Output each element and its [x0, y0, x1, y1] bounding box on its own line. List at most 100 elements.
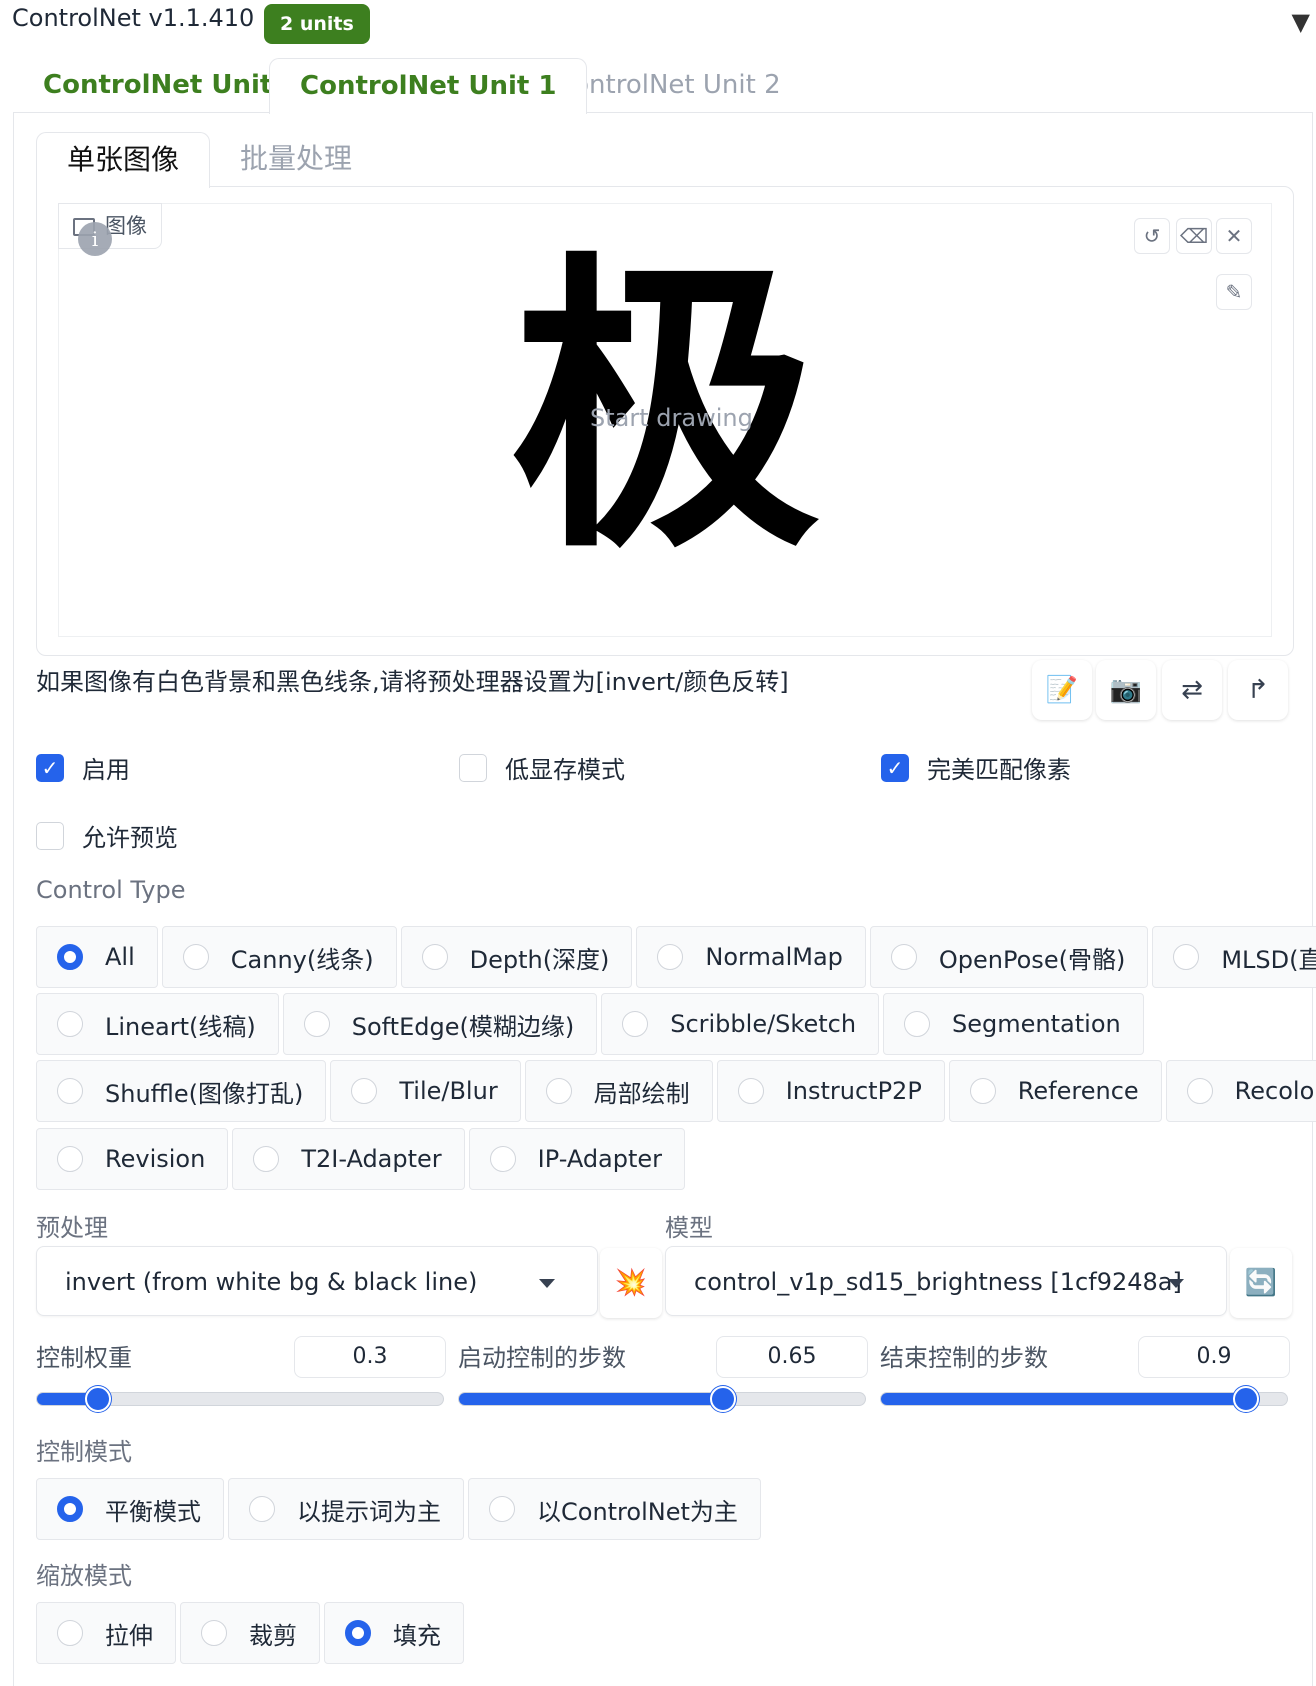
radio-unselected-icon	[421, 944, 448, 970]
control-type-softedge[interactable]: SoftEdge(模糊边缘)	[282, 993, 598, 1055]
refresh-models-icon[interactable]: 🔄	[1230, 1248, 1292, 1318]
pixel-perfect-checkbox[interactable]: ✓ 完美匹配像素	[881, 750, 1071, 785]
control-type-canny[interactable]: Canny(线条)	[161, 926, 397, 988]
eraser-icon[interactable]: ⌫	[1176, 218, 1212, 254]
run-preprocessor-icon[interactable]: 💥	[600, 1248, 662, 1318]
slider-thumb[interactable]	[84, 1386, 111, 1412]
control-type-recolor-label: Recolor	[1234, 1077, 1316, 1105]
preprocessor-dropdown[interactable]: invert (from white bg & black line)	[36, 1246, 598, 1316]
checkbox-checked-icon: ✓	[881, 753, 909, 782]
invert-hint: 如果图像有白色背景和黑色线条,请将预处理器设置为[invert/颜色反转]	[36, 668, 789, 696]
checkbox-unchecked-icon	[36, 821, 64, 850]
tab-single-image[interactable]: 单张图像	[36, 132, 211, 188]
control-type-scribble-sketch[interactable]: Scribble/Sketch	[601, 993, 880, 1055]
allow-preview-label: 允许预览	[82, 824, 178, 852]
control-mode-option-1[interactable]: 以提示词为主	[228, 1478, 464, 1540]
close-icon[interactable]: ✕	[1216, 218, 1252, 254]
control-type-ip-adapter-label: IP-Adapter	[537, 1145, 663, 1173]
radio-unselected-icon	[351, 1078, 378, 1104]
slider-fill	[459, 1393, 723, 1405]
control-type-mlsd[interactable]: MLSD(直线)	[1152, 926, 1316, 988]
control-type-revision-label: Revision	[105, 1145, 206, 1173]
control-type-all-label: All	[105, 943, 135, 971]
radio-unselected-icon	[57, 1011, 83, 1037]
preprocessor-label: 预处理	[36, 1214, 108, 1242]
info-icon[interactable]: i	[78, 222, 112, 256]
control-mode-option-2[interactable]: 以ControlNet为主	[468, 1478, 761, 1540]
control-type-openpose[interactable]: OpenPose(骨骼)	[869, 926, 1149, 988]
radio-unselected-icon	[1186, 1078, 1213, 1104]
control-type-normalmap[interactable]: NormalMap	[636, 926, 866, 988]
slider-track[interactable]	[458, 1386, 866, 1412]
control-type-lineart-label: Lineart(线稿)	[105, 1012, 256, 1041]
resize-mode-option-0[interactable]: 拉伸	[36, 1602, 176, 1664]
radio-unselected-icon	[182, 944, 209, 970]
slider-label: 启动控制的步数	[458, 1344, 626, 1372]
resize-mode-option-2[interactable]: 填充	[324, 1602, 464, 1664]
radio-unselected-icon	[890, 944, 917, 970]
control-type-segmentation[interactable]: Segmentation	[883, 993, 1144, 1055]
control-type-recolor[interactable]: Recolor	[1165, 1060, 1316, 1122]
slider-fill	[881, 1393, 1247, 1405]
control-type-shuffle[interactable]: Shuffle(图像打乱)	[36, 1060, 327, 1122]
control-type-shuffle-label: Shuffle(图像打乱)	[105, 1079, 304, 1108]
allow-preview-checkbox[interactable]: 允许预览	[36, 818, 178, 853]
control-type-t2i-adapter[interactable]: T2I-Adapter	[232, 1128, 465, 1190]
control-type-normalmap-label: NormalMap	[705, 943, 843, 971]
resize-mode-group: 拉伸 裁剪 填充	[36, 1602, 468, 1664]
swap-icon[interactable]: ⇄	[1162, 660, 1222, 720]
slider-track[interactable]	[880, 1386, 1288, 1412]
chevron-down-icon	[539, 1279, 555, 1288]
chevron-down-icon	[1168, 1279, 1184, 1288]
collapse-icon[interactable]: ▼	[1292, 8, 1310, 36]
radio-unselected-icon	[545, 1078, 572, 1104]
radio-unselected-icon	[253, 1146, 280, 1172]
preprocessor-value: invert (from white bg & black line)	[65, 1268, 478, 1296]
control-type-openpose-label: OpenPose(骨骼)	[938, 945, 1126, 974]
camera-icon[interactable]: 📷	[1096, 660, 1156, 720]
resize-mode-option-0-label: 拉伸	[105, 1621, 153, 1650]
checkbox-checked-icon: ✓	[36, 753, 64, 782]
start-drawing-text: Start drawing	[590, 404, 753, 432]
control-type-reference[interactable]: Reference	[948, 1060, 1162, 1122]
control-type-softedge-label: SoftEdge(模糊边缘)	[351, 1012, 575, 1041]
low-vram-checkbox[interactable]: 低显存模式	[459, 750, 625, 785]
control-type-option-12-label: 局部绘制	[593, 1079, 690, 1108]
low-vram-label: 低显存模式	[505, 756, 625, 784]
slider-track[interactable]	[36, 1386, 444, 1412]
control-type-ip-adapter[interactable]: IP-Adapter	[468, 1128, 686, 1190]
radio-selected-icon	[57, 944, 83, 970]
radio-unselected-icon	[904, 1011, 931, 1037]
undo-icon[interactable]: ↺	[1134, 218, 1170, 254]
control-mode-option-0[interactable]: 平衡模式	[36, 1478, 224, 1540]
control-type-revision[interactable]: Revision	[36, 1128, 229, 1190]
checkbox-unchecked-icon	[459, 753, 487, 782]
resize-mode-option-1-label: 裁剪	[249, 1621, 297, 1650]
send-dimensions-icon[interactable]: ↱	[1228, 660, 1288, 720]
edit-icon[interactable]: 📝	[1032, 660, 1092, 720]
control-type-tile-blur[interactable]: Tile/Blur	[330, 1060, 521, 1122]
control-type-depth[interactable]: Depth(深度)	[400, 926, 633, 988]
control-type-all[interactable]: All	[36, 926, 158, 988]
control-type-option-12[interactable]: 局部绘制	[524, 1060, 713, 1122]
resize-mode-option-1[interactable]: 裁剪	[180, 1602, 320, 1664]
control-type-row: Revision T2I-Adapter IP-Adapter	[36, 1128, 689, 1190]
enable-checkbox[interactable]: ✓ 启用	[36, 750, 130, 785]
tab-controlnet-unit-1[interactable]: ControlNet Unit 1	[269, 58, 588, 114]
radio-unselected-icon	[737, 1078, 764, 1104]
slider-value-input[interactable]: 0.3	[294, 1336, 446, 1378]
slider-value-input[interactable]: 0.9	[1138, 1336, 1290, 1378]
radio-selected-icon	[345, 1620, 371, 1646]
control-type-instructp2p[interactable]: InstructP2P	[716, 1060, 945, 1122]
model-dropdown[interactable]: control_v1p_sd15_brightness [1cf9248a]	[665, 1246, 1227, 1316]
slider-thumb[interactable]	[709, 1386, 736, 1412]
slider-value-input[interactable]: 0.65	[716, 1336, 868, 1378]
radio-unselected-icon	[249, 1496, 275, 1522]
radio-unselected-icon	[201, 1620, 227, 1646]
brush-icon[interactable]: ✎	[1216, 274, 1252, 310]
radio-unselected-icon	[489, 1146, 516, 1172]
control-type-lineart[interactable]: Lineart(线稿)	[36, 993, 279, 1055]
radio-selected-icon	[57, 1496, 83, 1522]
control-type-row: All Canny(线条) Depth(深度) NormalMap OpenPose(骨…	[36, 926, 1316, 988]
tab-batch[interactable]: 批量处理	[210, 132, 382, 186]
